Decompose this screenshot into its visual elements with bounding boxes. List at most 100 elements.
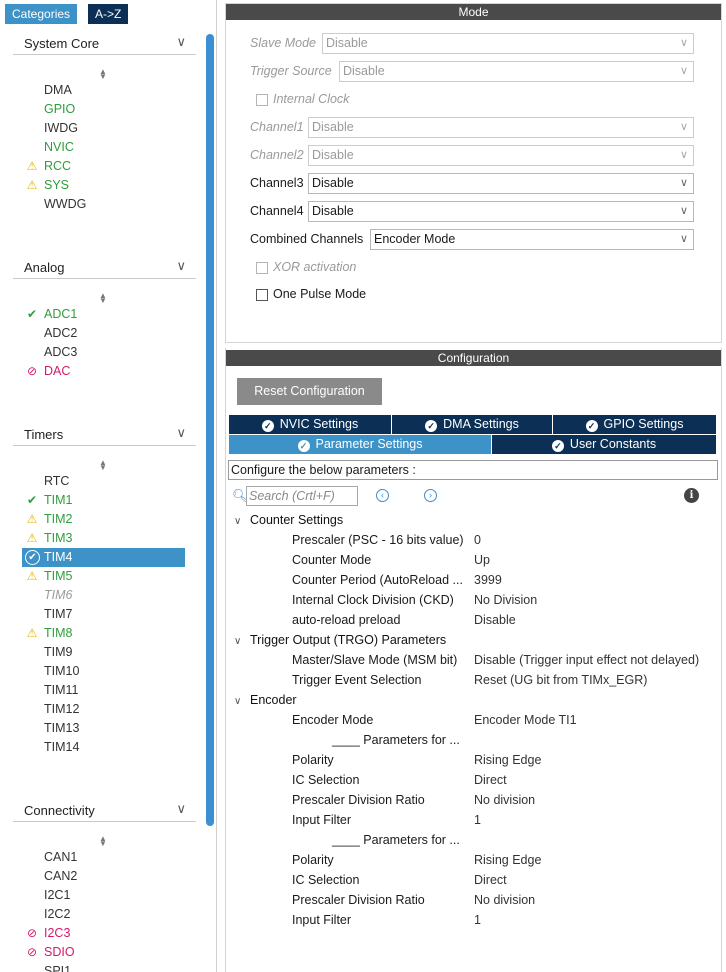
chevron-down-icon[interactable]: ∨: [176, 258, 186, 274]
group-header-counter-settings[interactable]: ∨ Counter Settings: [234, 510, 343, 530]
parameter-value[interactable]: Encoder Mode TI1: [474, 710, 577, 730]
search-previous-icon[interactable]: ‹: [376, 489, 389, 502]
parameter-name[interactable]: Polarity: [292, 750, 334, 770]
peripheral-item-nvic[interactable]: NVIC: [22, 138, 185, 157]
select-channel3[interactable]: Disable ∨: [308, 173, 694, 194]
peripheral-item-tim10[interactable]: TIM10: [22, 662, 185, 681]
tab-categories[interactable]: Categories: [5, 4, 78, 24]
chevron-down-icon[interactable]: ∨: [234, 512, 246, 532]
chevron-down-icon[interactable]: ∨: [234, 632, 246, 652]
peripheral-item-tim2[interactable]: ⚠ TIM2: [22, 510, 185, 529]
peripheral-item-tim4[interactable]: ✔ TIM4: [22, 548, 185, 567]
peripheral-item-tim5[interactable]: ⚠ TIM5: [22, 567, 185, 586]
parameter-value[interactable]: 3999: [474, 570, 502, 590]
tab-parameter-settings[interactable]: ✓ Parameter Settings: [229, 435, 491, 454]
peripheral-item-tim14[interactable]: TIM14: [22, 738, 185, 757]
peripheral-item-dma[interactable]: DMA: [22, 81, 185, 100]
peripheral-item-i2c1[interactable]: I2C1: [22, 886, 185, 905]
chevron-down-icon[interactable]: ∨: [176, 801, 186, 817]
parameter-value[interactable]: No division: [474, 890, 535, 910]
parameter-value[interactable]: Direct: [474, 770, 507, 790]
parameter-name[interactable]: Trigger Event Selection: [292, 670, 421, 690]
sort-icon[interactable]: ▲ ▼: [97, 68, 109, 81]
peripheral-item-dac[interactable]: ⊘ DAC: [22, 362, 185, 381]
peripheral-item-tim9[interactable]: TIM9: [22, 643, 185, 662]
tab-gpio-settings[interactable]: ✓ GPIO Settings: [553, 415, 716, 434]
parameter-name[interactable]: ____ Parameters for ...: [332, 830, 460, 850]
parameter-value[interactable]: No Division: [474, 590, 537, 610]
tab-user-constants[interactable]: ✓ User Constants: [492, 435, 716, 454]
peripheral-item-tim12[interactable]: TIM12: [22, 700, 185, 719]
peripheral-item-wwdg[interactable]: WWDG: [22, 195, 185, 214]
parameter-name[interactable]: Prescaler (PSC - 16 bits value): [292, 530, 464, 550]
sort-icon[interactable]: ▲ ▼: [97, 835, 109, 848]
peripheral-item-adc3[interactable]: ADC3: [22, 343, 185, 362]
peripheral-item-sys[interactable]: ⚠ SYS: [22, 176, 185, 195]
peripheral-item-can1[interactable]: CAN1: [22, 848, 185, 867]
select-trigger-source[interactable]: Disable ∨: [339, 61, 694, 82]
group-header-trigger-output-trgo-parameters[interactable]: ∨ Trigger Output (TRGO) Parameters: [234, 630, 446, 650]
peripheral-item-spi1[interactable]: SPI1: [22, 962, 185, 972]
category-header-system-core[interactable]: System Core ∨: [13, 33, 196, 55]
category-header-timers[interactable]: Timers ∨: [13, 424, 196, 446]
parameter-value[interactable]: Up: [474, 550, 490, 570]
peripheral-item-tim8[interactable]: ⚠ TIM8: [22, 624, 185, 643]
search-input[interactable]: Search (Crtl+F): [246, 486, 358, 506]
parameter-name[interactable]: Encoder Mode: [292, 710, 373, 730]
tab-a-z[interactable]: A->Z: [88, 4, 129, 24]
parameter-name[interactable]: Prescaler Division Ratio: [292, 790, 425, 810]
select-slave-mode[interactable]: Disable ∨: [322, 33, 694, 54]
peripheral-item-tim6[interactable]: TIM6: [22, 586, 185, 605]
parameter-name[interactable]: IC Selection: [292, 770, 359, 790]
peripheral-item-iwdg[interactable]: IWDG: [22, 119, 185, 138]
peripheral-item-rtc[interactable]: RTC: [22, 472, 185, 491]
info-icon[interactable]: i: [684, 488, 699, 503]
peripheral-item-tim11[interactable]: TIM11: [22, 681, 185, 700]
parameter-name[interactable]: Polarity: [292, 850, 334, 870]
peripheral-item-can2[interactable]: CAN2: [22, 867, 185, 886]
parameter-value[interactable]: 1: [474, 910, 481, 930]
parameter-name[interactable]: Input Filter: [292, 910, 351, 930]
select-combined-channels[interactable]: Encoder Mode ∨: [370, 229, 694, 250]
vertical-scrollbar[interactable]: [206, 34, 214, 826]
peripheral-item-adc2[interactable]: ADC2: [22, 324, 185, 343]
peripheral-item-rcc[interactable]: ⚠ RCC: [22, 157, 185, 176]
peripheral-item-tim7[interactable]: TIM7: [22, 605, 185, 624]
tab-dma-settings[interactable]: ✓ DMA Settings: [392, 415, 552, 434]
select-channel2[interactable]: Disable ∨: [308, 145, 694, 166]
sort-icon[interactable]: ▲ ▼: [97, 459, 109, 472]
search-next-icon[interactable]: ›: [424, 489, 437, 502]
chevron-down-icon[interactable]: ∨: [176, 34, 186, 50]
reset-configuration-button[interactable]: Reset Configuration: [237, 378, 382, 405]
chevron-down-icon[interactable]: ∨: [176, 425, 186, 441]
parameter-name[interactable]: auto-reload preload: [292, 610, 400, 630]
category-header-analog[interactable]: Analog ∨: [13, 257, 196, 279]
parameter-value[interactable]: 1: [474, 810, 481, 830]
peripheral-item-tim13[interactable]: TIM13: [22, 719, 185, 738]
chevron-down-icon[interactable]: ∨: [234, 692, 246, 712]
parameter-value[interactable]: Disable (Trigger input effect not delaye…: [474, 650, 699, 670]
parameter-name[interactable]: IC Selection: [292, 870, 359, 890]
tab-nvic-settings[interactable]: ✓ NVIC Settings: [229, 415, 391, 434]
parameter-value[interactable]: Direct: [474, 870, 507, 890]
parameter-name[interactable]: Counter Period (AutoReload ...: [292, 570, 463, 590]
parameter-name[interactable]: Counter Mode: [292, 550, 371, 570]
parameter-name[interactable]: Master/Slave Mode (MSM bit): [292, 650, 457, 670]
peripheral-item-i2c2[interactable]: I2C2: [22, 905, 185, 924]
parameter-value[interactable]: 0: [474, 530, 481, 550]
sort-icon[interactable]: ▲ ▼: [97, 292, 109, 305]
peripheral-item-tim3[interactable]: ⚠ TIM3: [22, 529, 185, 548]
peripheral-item-i2c3[interactable]: ⊘ I2C3: [22, 924, 185, 943]
select-channel4[interactable]: Disable ∨: [308, 201, 694, 222]
peripheral-item-sdio[interactable]: ⊘ SDIO: [22, 943, 185, 962]
peripheral-item-tim1[interactable]: ✔ TIM1: [22, 491, 185, 510]
parameter-value[interactable]: Rising Edge: [474, 850, 541, 870]
group-header-encoder[interactable]: ∨ Encoder: [234, 690, 297, 710]
parameter-value[interactable]: Reset (UG bit from TIMx_EGR): [474, 670, 647, 690]
select-channel1[interactable]: Disable ∨: [308, 117, 694, 138]
parameter-name[interactable]: ____ Parameters for ...: [332, 730, 460, 750]
checkbox-one-pulse-mode[interactable]: [256, 289, 268, 301]
parameter-value[interactable]: No division: [474, 790, 535, 810]
parameter-name[interactable]: Internal Clock Division (CKD): [292, 590, 454, 610]
category-header-connectivity[interactable]: Connectivity ∨: [13, 800, 196, 822]
